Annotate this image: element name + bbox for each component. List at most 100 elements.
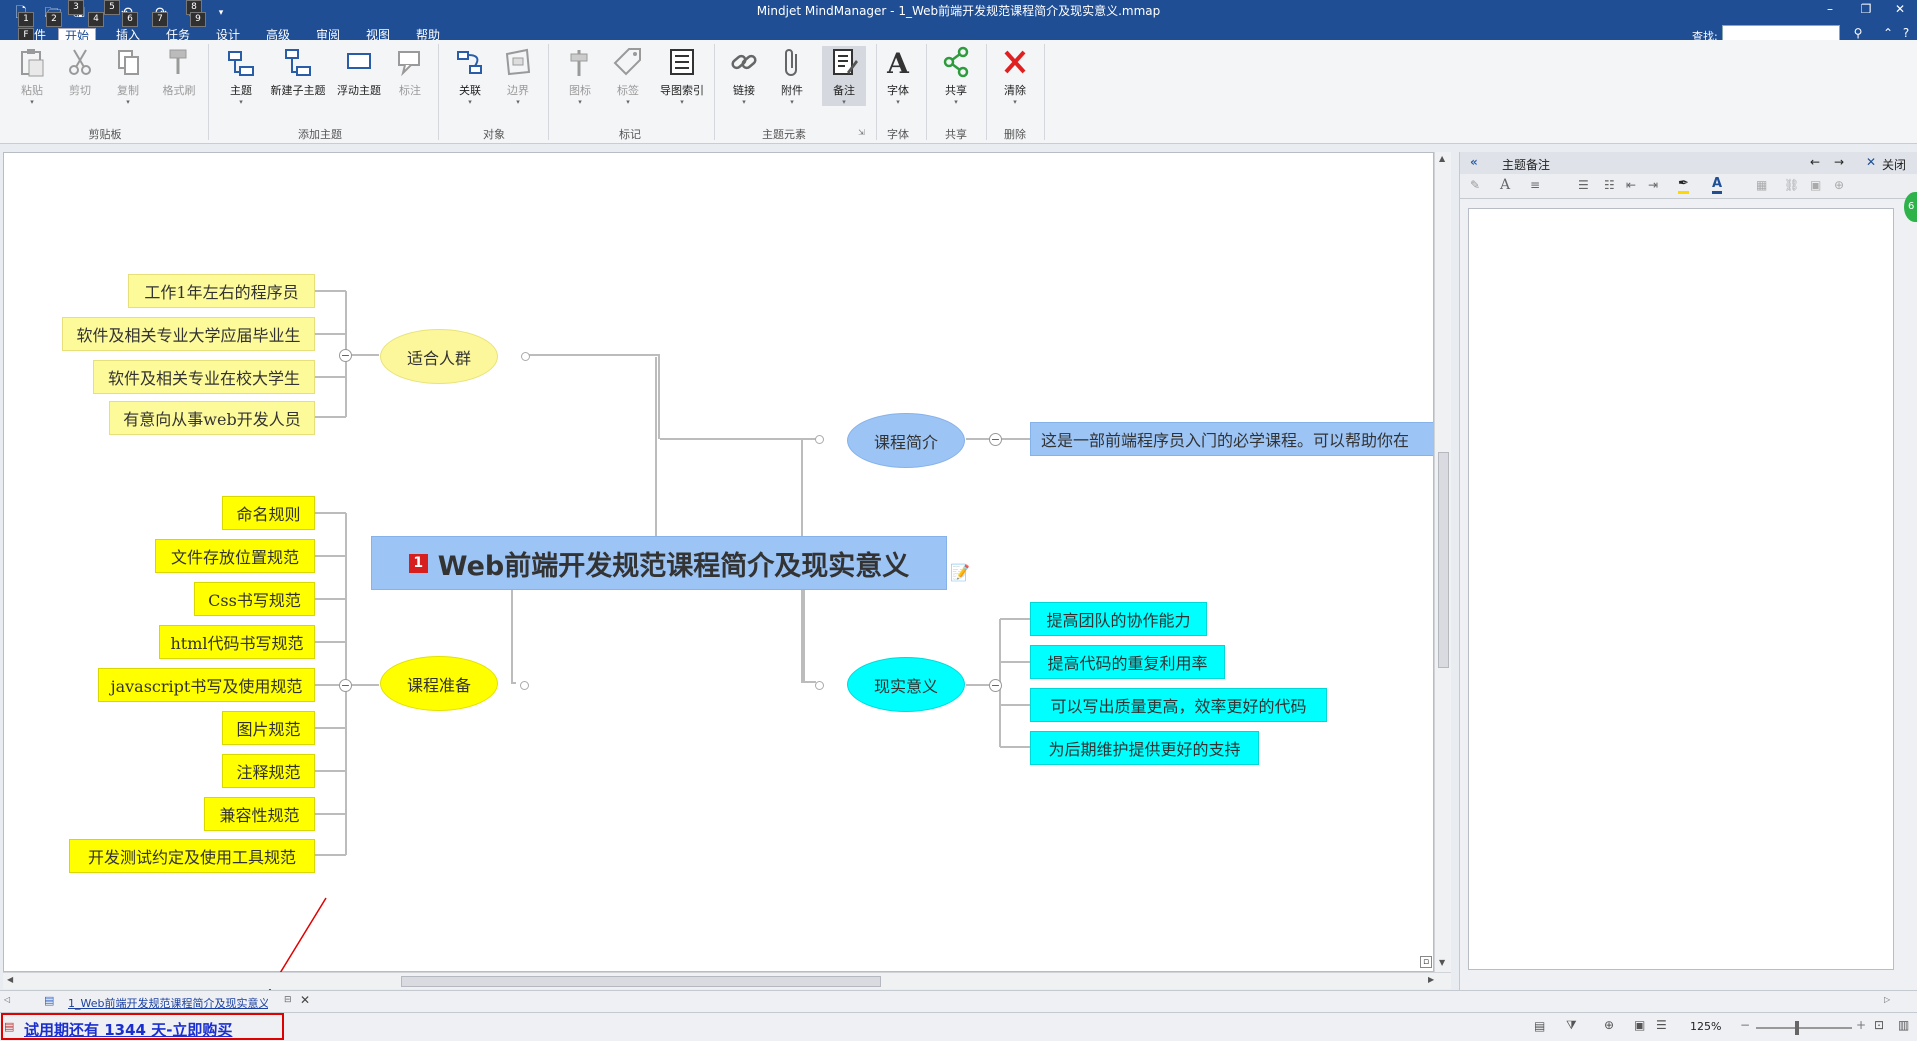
- paste-button[interactable]: 粘贴 ▾: [14, 46, 50, 106]
- format-painter-button[interactable]: 格式刷: [158, 46, 200, 98]
- format-brush-icon[interactable]: ✎: [1470, 178, 1480, 192]
- forward-arrow-icon[interactable]: →: [1834, 155, 1844, 169]
- audience-item[interactable]: 有意向从事web开发人员: [109, 401, 315, 435]
- topic-course-prep[interactable]: 课程准备: [380, 656, 498, 711]
- restore-button[interactable]: ❐: [1856, 2, 1876, 16]
- intro-item[interactable]: 这是一部前端程序员入门的必学课程。可以帮助你在: [1030, 422, 1433, 456]
- relationship-button[interactable]: 关联 ▾: [452, 46, 488, 106]
- map-overview-icon[interactable]: ▫: [1420, 956, 1432, 968]
- bullet-list-icon[interactable]: ☷: [1604, 178, 1615, 192]
- audience-item[interactable]: 软件及相关专业在校大学生: [93, 360, 315, 394]
- close-button[interactable]: ✕: [1890, 2, 1910, 16]
- note-attached-icon[interactable]: 📝: [950, 563, 970, 582]
- link-button[interactable]: 链接 ▾: [726, 46, 762, 106]
- zoom-icon[interactable]: ⊕: [1834, 178, 1844, 192]
- prep-item[interactable]: javascript书写及使用规范: [98, 668, 315, 702]
- meaning-item[interactable]: 提高团队的协作能力: [1030, 602, 1207, 636]
- back-arrow-icon[interactable]: ←: [1810, 155, 1820, 169]
- meaning-item[interactable]: 可以写出质量更高，效率更好的代码: [1030, 688, 1327, 722]
- trial-purchase-link[interactable]: 试用期还有 1344 天-立即购买: [24, 1019, 232, 1040]
- callout-button[interactable]: 标注: [392, 46, 428, 98]
- font-color-icon[interactable]: A: [1712, 176, 1723, 194]
- zoom-slider-thumb[interactable]: [1795, 1021, 1799, 1035]
- numbered-list-icon[interactable]: ☰: [1578, 178, 1589, 192]
- zoom-out-icon[interactable]: −: [1740, 1018, 1750, 1032]
- focus-topic-icon[interactable]: ⊕: [1604, 1018, 1614, 1032]
- topic-audience[interactable]: 适合人群: [380, 329, 498, 384]
- minimize-button[interactable]: –: [1820, 2, 1840, 16]
- zoom-slider-track[interactable]: [1756, 1027, 1852, 1029]
- close-tab-icon[interactable]: ✕: [300, 993, 310, 1007]
- scroll-left-icon[interactable]: ◀: [7, 975, 13, 984]
- prep-item[interactable]: Css书写规范: [194, 582, 315, 616]
- collapse-pane-icon[interactable]: «: [1470, 155, 1478, 169]
- topic-button[interactable]: 主题 ▾: [222, 46, 260, 106]
- meaning-item[interactable]: 为后期维护提供更好的支持: [1030, 731, 1259, 765]
- scroll-right-icon[interactable]: ▶: [1428, 975, 1434, 984]
- collapse-toggle[interactable]: −: [989, 433, 1002, 446]
- notes-button[interactable]: 备注 ▾: [822, 46, 866, 106]
- fit-map-icon[interactable]: ⊡: [1874, 1018, 1884, 1032]
- link-icon[interactable]: ⛓: [1784, 178, 1799, 192]
- table-icon[interactable]: ▦: [1756, 178, 1767, 192]
- tab-pin-icon[interactable]: ⊟: [284, 995, 292, 1005]
- vertical-scroll-thumb[interactable]: [1438, 452, 1449, 668]
- search-options-icon[interactable]: ⚲: [1848, 26, 1868, 40]
- filter-icon[interactable]: ⧩: [1566, 1018, 1577, 1033]
- prep-item[interactable]: 图片规范: [222, 711, 315, 745]
- boundary-button[interactable]: 边界 ▾: [500, 46, 536, 106]
- page-setup-icon[interactable]: ▤: [1534, 1019, 1545, 1033]
- font-button[interactable]: A 字体 ▾: [880, 46, 916, 106]
- horizontal-scrollbar[interactable]: ◀ ▶: [3, 972, 1451, 989]
- topic-real-meaning[interactable]: 现实意义: [847, 657, 965, 712]
- dialog-launcher-icon[interactable]: ⇲: [858, 128, 865, 137]
- map-canvas[interactable]: 1 Web前端开发规范课程简介及现实意义 📝 适合人群 − 工作1年左右的程序员…: [3, 152, 1434, 972]
- font-icon[interactable]: A: [1500, 177, 1510, 193]
- share-button[interactable]: 共享 ▾: [938, 46, 974, 106]
- prep-item[interactable]: 开发测试约定及使用工具规范: [69, 839, 315, 873]
- topic-course-intro[interactable]: 课程简介: [847, 413, 965, 468]
- icon-button[interactable]: 图标 ▾: [562, 46, 598, 106]
- audience-item[interactable]: 软件及相关专业大学应届毕业生: [62, 317, 315, 351]
- image-icon[interactable]: ▣: [1810, 178, 1821, 192]
- indent-increase-icon[interactable]: ⇥: [1648, 178, 1658, 192]
- central-topic[interactable]: 1 Web前端开发规范课程简介及现实意义: [371, 536, 947, 590]
- highlight-color-icon[interactable]: ✒: [1678, 176, 1689, 194]
- cut-button[interactable]: 剪切: [62, 46, 98, 98]
- horizontal-scroll-thumb[interactable]: [401, 976, 881, 987]
- tag-button[interactable]: 标签 ▾: [610, 46, 646, 106]
- tab-scroll-right-icon[interactable]: ▷: [1884, 995, 1890, 1004]
- collapse-toggle[interactable]: −: [339, 679, 352, 692]
- prep-item[interactable]: html代码书写规范: [159, 625, 315, 659]
- new-subtopic-button[interactable]: 新建子主题: [268, 46, 328, 98]
- copy-button[interactable]: 复制 ▾: [110, 46, 146, 106]
- floating-topic-button[interactable]: 浮动主题: [334, 46, 384, 98]
- audience-item[interactable]: 工作1年左右的程序员: [128, 274, 315, 308]
- notes-close-label[interactable]: 关闭: [1882, 156, 1906, 173]
- collapse-toggle[interactable]: −: [989, 679, 1002, 692]
- meaning-item[interactable]: 提高代码的重复利用率: [1030, 645, 1225, 679]
- align-icon[interactable]: ≡: [1530, 178, 1540, 192]
- prep-item[interactable]: 文件存放位置规范: [155, 539, 315, 573]
- collapse-toggle[interactable]: −: [339, 349, 352, 362]
- map-index-button[interactable]: 导图索引 ▾: [656, 46, 708, 106]
- minimize-ribbon-icon[interactable]: ⌃: [1878, 26, 1898, 40]
- notes-toggle-icon[interactable]: ▥: [1898, 1018, 1909, 1032]
- scroll-up-icon[interactable]: ▲: [1439, 154, 1445, 163]
- help-icon[interactable]: ?: [1896, 26, 1916, 40]
- map-view-icon[interactable]: ▣: [1634, 1018, 1645, 1032]
- prep-item[interactable]: 注释规范: [222, 754, 315, 788]
- prep-item[interactable]: 兼容性规范: [204, 797, 315, 831]
- clear-button[interactable]: 清除 ▾: [997, 46, 1033, 106]
- zoom-in-icon[interactable]: +: [1856, 1018, 1866, 1032]
- close-icon[interactable]: ✕: [1866, 155, 1876, 169]
- indent-decrease-icon[interactable]: ⇤: [1626, 178, 1636, 192]
- outline-view-icon[interactable]: ☰: [1656, 1018, 1667, 1032]
- attachment-button[interactable]: 附件 ▾: [774, 46, 810, 106]
- document-tab[interactable]: 1_Web前端开发规范课程简介及现实意义: [68, 995, 268, 1011]
- customize-qat-icon[interactable]: ▾: [210, 2, 232, 24]
- vertical-scrollbar[interactable]: ▲ ▼: [1434, 152, 1451, 972]
- prep-item[interactable]: 命名规则: [222, 496, 315, 530]
- notes-editor[interactable]: [1468, 208, 1894, 970]
- side-badge[interactable]: 6: [1904, 192, 1917, 222]
